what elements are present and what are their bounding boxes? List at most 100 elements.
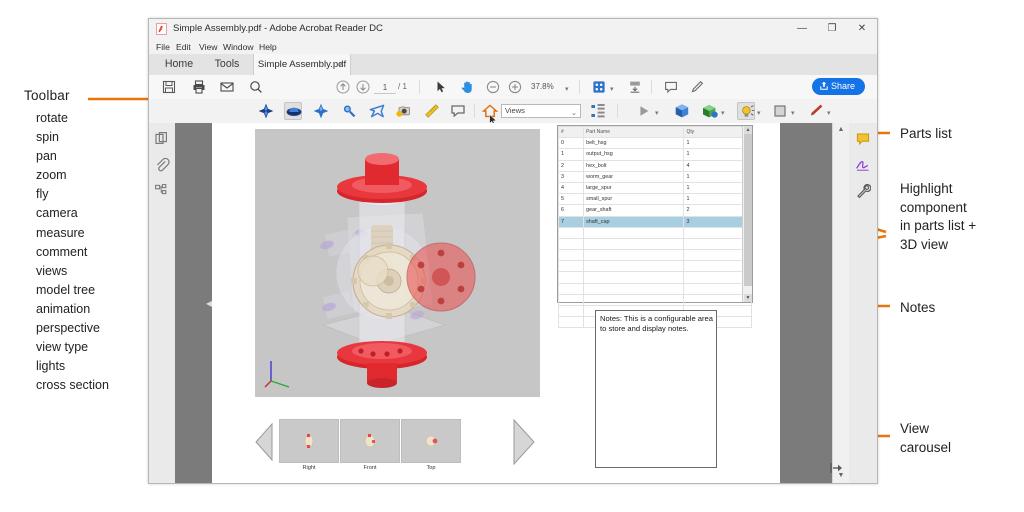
page-scroll-icon[interactable] bbox=[627, 79, 643, 95]
lights-glyph bbox=[742, 105, 755, 117]
table-row-empty[interactable] bbox=[557, 282, 752, 295]
collapse-panel-handle[interactable]: ◀ bbox=[206, 299, 212, 308]
prev-page-icon[interactable] bbox=[335, 79, 351, 95]
table-row[interactable]: 4 large_spur 1 bbox=[557, 181, 752, 195]
table-row-empty[interactable] bbox=[557, 271, 752, 284]
zoom-caret-icon[interactable]: ▾ bbox=[565, 85, 569, 93]
tab-document[interactable]: Simple Assembly.pdf × bbox=[253, 54, 351, 76]
share-button[interactable]: Share bbox=[811, 78, 865, 95]
menu-view[interactable]: View bbox=[199, 42, 217, 52]
maximize-button[interactable]: ❐ bbox=[817, 19, 847, 39]
fly-icon[interactable] bbox=[368, 102, 386, 120]
model-tree-icon[interactable] bbox=[589, 102, 607, 120]
table-cell: 7 bbox=[557, 215, 585, 228]
next-view-icon[interactable] bbox=[513, 419, 535, 465]
page-thumbnails-icon[interactable] bbox=[154, 131, 170, 147]
hand-icon[interactable] bbox=[459, 79, 475, 95]
menu-window[interactable]: Window bbox=[223, 42, 254, 52]
measure-icon[interactable] bbox=[423, 102, 441, 120]
page-margin-right bbox=[780, 123, 833, 483]
table-cell: 6 bbox=[557, 204, 585, 217]
expand-panel-button[interactable] bbox=[821, 459, 849, 477]
fit-page-icon[interactable] bbox=[591, 79, 607, 95]
table-cell: belt_hsg bbox=[583, 137, 685, 150]
table-row[interactable]: 0 belt_hsg 1 bbox=[557, 137, 752, 150]
parts-list-scrollbar[interactable]: ▲ ▼ bbox=[742, 126, 752, 302]
cross-section-caret-icon[interactable]: ▾ bbox=[791, 109, 795, 117]
cross-section-box-icon[interactable] bbox=[771, 102, 789, 120]
model-tree-icon[interactable] bbox=[154, 183, 170, 199]
animation-caret-icon[interactable]: ▾ bbox=[655, 109, 659, 117]
table-row[interactable]: 7 shaft_cap 3 bbox=[557, 215, 752, 228]
pan-icon[interactable] bbox=[312, 102, 330, 120]
carousel-thumb-top[interactable] bbox=[401, 419, 461, 463]
table-row-empty[interactable] bbox=[557, 226, 752, 239]
next-page-icon[interactable] bbox=[355, 79, 371, 95]
toolbar-annotation-item: camera bbox=[36, 206, 78, 221]
tab-tools[interactable]: Tools bbox=[205, 54, 249, 75]
parts-list-table[interactable]: # Part Name Qty 0 belt_hsg 1 1 output_hsg 1 2 hex_… bbox=[557, 125, 753, 329]
annotation-notes: Notes bbox=[900, 300, 936, 315]
view-type-icon[interactable] bbox=[701, 102, 719, 120]
minimize-button[interactable]: — bbox=[787, 19, 817, 39]
table-row[interactable]: 5 small_spur 1 bbox=[557, 193, 752, 206]
notes-panel[interactable]: Notes: This is a configurable area to st… bbox=[595, 310, 717, 468]
cross-section-icon[interactable] bbox=[807, 102, 825, 120]
page-number-input[interactable]: 1 bbox=[374, 82, 396, 94]
print-icon[interactable] bbox=[191, 79, 207, 95]
table-row-empty[interactable] bbox=[557, 249, 752, 262]
table-row-empty[interactable] bbox=[557, 260, 752, 273]
three-d-model-canvas[interactable] bbox=[255, 129, 540, 397]
zoom-out-icon[interactable] bbox=[485, 79, 501, 95]
menu-help[interactable]: Help bbox=[259, 42, 277, 52]
comment-icon[interactable] bbox=[663, 79, 679, 95]
toolbar-annotation-heading: Toolbar bbox=[24, 88, 70, 103]
lights-icon[interactable] bbox=[737, 102, 755, 120]
camera-icon[interactable] bbox=[395, 102, 413, 120]
animation-icon[interactable] bbox=[635, 102, 653, 120]
select-icon[interactable] bbox=[433, 79, 449, 95]
table-cell: output_hsg bbox=[583, 148, 685, 161]
knife-caret-icon[interactable]: ▾ bbox=[827, 109, 831, 117]
fill-and-sign-icon[interactable] bbox=[855, 157, 871, 173]
scrollbar-thumb[interactable] bbox=[744, 134, 752, 286]
menu-edit[interactable]: Edit bbox=[176, 42, 191, 52]
carousel-thumb-right[interactable] bbox=[279, 419, 339, 463]
tools-icon[interactable] bbox=[855, 183, 871, 199]
spin-icon[interactable] bbox=[284, 102, 302, 120]
document-scrollbar[interactable]: ▲ ▼ bbox=[832, 123, 849, 483]
search-icon[interactable] bbox=[248, 79, 264, 95]
table-cell bbox=[583, 226, 685, 239]
highlight-icon[interactable] bbox=[689, 79, 705, 95]
carousel-thumb-front[interactable] bbox=[340, 419, 400, 463]
tab-home[interactable]: Home bbox=[157, 54, 201, 75]
scroll-up-icon[interactable]: ▲ bbox=[744, 126, 752, 134]
scroll-down-icon[interactable]: ▼ bbox=[744, 294, 752, 302]
table-row[interactable]: 1 output_hsg 1 bbox=[557, 148, 752, 161]
menu-file[interactable]: File bbox=[156, 42, 170, 52]
table-row-empty[interactable] bbox=[557, 237, 752, 251]
tab-close-icon[interactable]: × bbox=[339, 54, 344, 75]
notes-text: Notes: This is a configurable area to st… bbox=[600, 314, 713, 333]
table-row[interactable]: 6 gear_shaft 2 bbox=[557, 204, 752, 217]
lights-caret-icon[interactable]: ▾ bbox=[757, 109, 761, 117]
email-icon[interactable] bbox=[219, 79, 235, 95]
table-row-empty[interactable] bbox=[557, 293, 752, 307]
close-button[interactable]: ✕ bbox=[847, 19, 877, 39]
view-type-caret-icon[interactable]: ▾ bbox=[721, 109, 725, 117]
comment-icon[interactable] bbox=[855, 131, 871, 147]
scroll-up-icon[interactable]: ▲ bbox=[833, 123, 849, 137]
attachments-icon[interactable] bbox=[154, 157, 170, 173]
prev-view-icon[interactable] bbox=[255, 423, 273, 461]
comment-icon[interactable] bbox=[449, 102, 467, 120]
table-row[interactable]: 3 worm_gear 1 bbox=[557, 170, 752, 183]
fit-page-caret-icon[interactable]: ▾ bbox=[610, 85, 614, 93]
perspective-icon[interactable] bbox=[673, 102, 691, 120]
views-select[interactable]: Views ⌄ bbox=[501, 104, 581, 118]
zoom-level-label[interactable]: 37.8% bbox=[531, 82, 554, 91]
save-icon[interactable] bbox=[161, 79, 177, 95]
table-row[interactable]: 2 hex_bolt 4 bbox=[557, 159, 752, 172]
rotate-icon[interactable] bbox=[257, 102, 275, 120]
zoom-in-icon[interactable] bbox=[507, 79, 523, 95]
zoom-icon[interactable] bbox=[340, 102, 358, 120]
